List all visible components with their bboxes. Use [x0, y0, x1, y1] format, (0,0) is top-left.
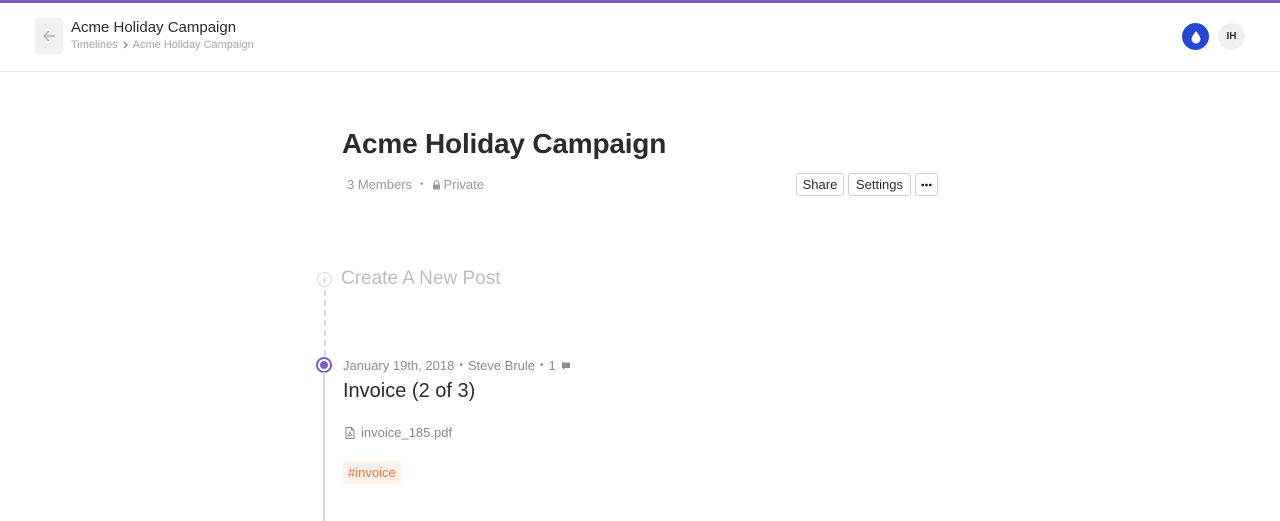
- post-date: January 19th, 2018: [343, 358, 455, 373]
- droplet-icon: [1191, 30, 1200, 43]
- breadcrumb: Timelines Acme Holiday Campaign: [71, 39, 254, 51]
- post-author[interactable]: Steve Brule: [468, 358, 535, 373]
- timeline-node: [316, 357, 332, 373]
- top-bar: Acme Holiday Campaign Timelines Acme Hol…: [0, 3, 1280, 72]
- post-tag[interactable]: #invoice: [343, 461, 401, 484]
- back-button[interactable]: [35, 18, 63, 54]
- app-logo[interactable]: [1182, 23, 1209, 50]
- privacy-status: Private: [432, 177, 484, 192]
- comment-icon[interactable]: [561, 361, 571, 371]
- timeline-line: [323, 372, 325, 521]
- pdf-file-icon: [345, 426, 355, 439]
- post-title[interactable]: Invoice (2 of 3): [343, 380, 475, 403]
- settings-button[interactable]: Settings: [848, 173, 911, 196]
- meta-separator: •: [420, 179, 424, 190]
- create-post-button[interactable]: Create A New Post: [341, 268, 500, 290]
- more-options-button[interactable]: [915, 173, 938, 196]
- arrow-left-icon: [43, 30, 55, 42]
- ellipsis-icon: [921, 183, 932, 186]
- header-title: Acme Holiday Campaign: [71, 19, 237, 36]
- meta-separator: •: [540, 360, 544, 371]
- comment-count[interactable]: 1: [549, 358, 556, 373]
- user-avatar[interactable]: IH: [1218, 23, 1245, 50]
- timeline-dashed-connector: [324, 290, 326, 356]
- plus-circle-icon[interactable]: +: [317, 272, 332, 287]
- attachment-filename: invoice_185.pdf: [361, 425, 453, 440]
- lock-icon: [432, 179, 440, 189]
- members-count[interactable]: 3 Members: [347, 177, 412, 192]
- breadcrumb-item-timelines[interactable]: Timelines: [71, 39, 118, 51]
- breadcrumb-item-current: Acme Holiday Campaign: [132, 39, 254, 51]
- privacy-label: Private: [443, 177, 485, 192]
- chevron-right-icon: [123, 41, 128, 49]
- post-meta: January 19th, 2018 • Steve Brule • 1: [343, 358, 571, 373]
- page-title: Acme Holiday Campaign: [342, 128, 667, 159]
- meta-separator: •: [459, 360, 463, 371]
- timeline-meta: 3 Members • Private: [347, 177, 484, 192]
- attachment-link[interactable]: invoice_185.pdf: [345, 425, 452, 440]
- share-button[interactable]: Share: [796, 173, 844, 196]
